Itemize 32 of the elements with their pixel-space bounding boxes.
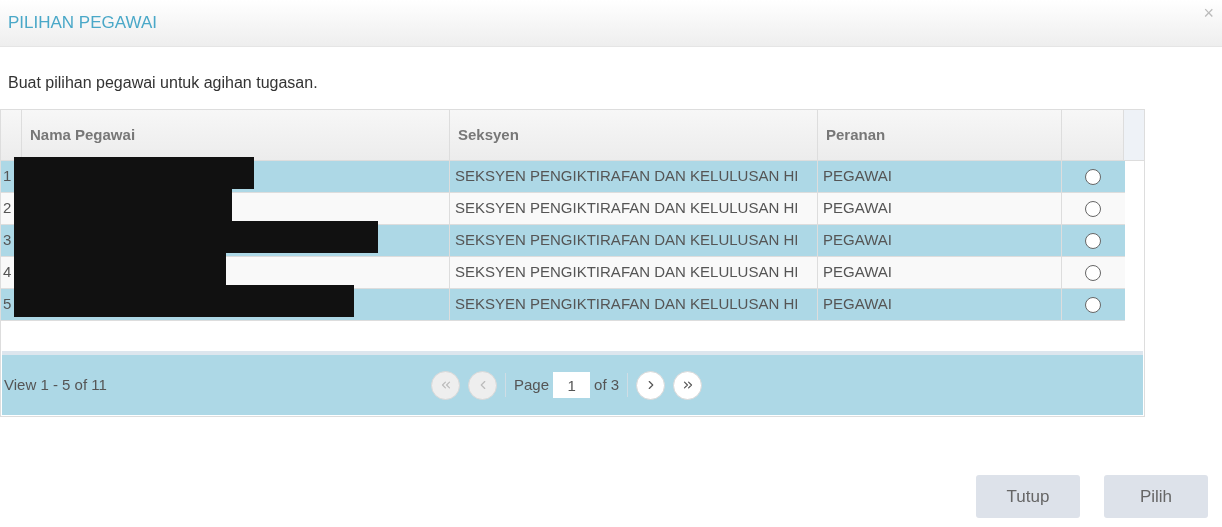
instruction-text: Buat pilihan pegawai untuk agihan tugasan. bbox=[8, 74, 318, 91]
last-page-button[interactable] bbox=[673, 370, 703, 400]
row-number: 1 bbox=[3, 166, 12, 187]
radio-button[interactable] bbox=[1085, 200, 1101, 217]
scrollbar-gutter bbox=[1124, 110, 1144, 160]
table-cell-text: PEGAWAI bbox=[823, 294, 892, 315]
page-label: Page bbox=[514, 374, 550, 395]
table-cell-text: SEKSYEN PENGIKTIRAFAN DAN KELULUSAN HI bbox=[455, 294, 799, 315]
table-cell-text: PEGAWAI bbox=[823, 198, 892, 219]
column-header[interactable]: Seksyen bbox=[450, 110, 818, 160]
column-header[interactable]: Peranan bbox=[818, 110, 1062, 160]
table-cell-text: SEKSYEN PENGIKTIRAFAN DAN KELULUSAN HI bbox=[455, 166, 799, 187]
row-number: 5 bbox=[3, 294, 12, 315]
table-cell-text: SEKSYEN PENGIKTIRAFAN DAN KELULUSAN HI bbox=[455, 198, 799, 219]
pager-summary: View 1 - 5 of 11 bbox=[3, 374, 107, 395]
row-number: 4 bbox=[3, 262, 12, 283]
table-cell-text: SEKSYEN PENGIKTIRAFAN DAN KELULUSAN HI bbox=[455, 262, 799, 283]
table-cell-text: PEGAWAI bbox=[823, 230, 892, 251]
table-cell-text: PEGAWAI bbox=[823, 166, 892, 187]
radio-button[interactable] bbox=[1085, 232, 1101, 249]
page-field[interactable]: 1 bbox=[553, 372, 591, 398]
row-number: 3 bbox=[3, 230, 12, 251]
radio-button[interactable] bbox=[1085, 296, 1101, 313]
radio-button[interactable] bbox=[1085, 264, 1101, 281]
page-count: of 3 bbox=[594, 374, 620, 395]
table-cell-text: PEGAWAI bbox=[823, 262, 892, 283]
dialog-button[interactable]: Pilih bbox=[1104, 475, 1208, 518]
row-number: 2 bbox=[3, 198, 12, 219]
table-cell-text: SEKSYEN PENGIKTIRAFAN DAN KELULUSAN HI bbox=[455, 230, 799, 251]
radio-button[interactable] bbox=[1085, 168, 1101, 185]
dialog-button[interactable]: Tutup bbox=[976, 475, 1080, 518]
dialog-title: PILIHAN PEGAWAI bbox=[8, 12, 157, 35]
